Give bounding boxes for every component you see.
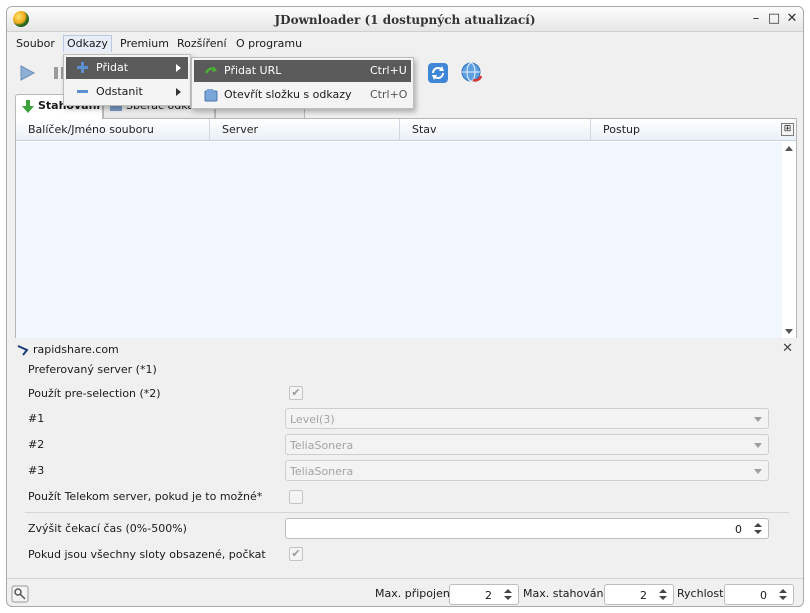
telekom-label: Použít Telekom server, pokud je to možné… <box>28 490 263 503</box>
column-header-server[interactable]: Server <box>210 119 400 141</box>
menu-o-programu[interactable]: O programu <box>233 35 305 52</box>
column-header-status[interactable]: Stav <box>400 119 591 141</box>
preselection-checkbox[interactable]: ✔ <box>289 386 303 400</box>
links-menu: Přidat Odstanit <box>63 54 191 106</box>
rapidshare-icon <box>17 345 29 356</box>
maximize-button[interactable]: □ <box>767 12 781 26</box>
server-1-value: Level(3) <box>290 413 335 426</box>
menu-odkazy[interactable]: Odkazy <box>63 35 112 52</box>
max-connections-label: Max. připojení <box>375 587 453 600</box>
chevron-down-icon <box>754 417 762 422</box>
table-header: Balíček/Jméno souboru Server Stav Postup… <box>16 119 796 141</box>
server-1-select[interactable]: Level(3) <box>285 408 769 429</box>
wait-slots-label: Pokud jsou všechny sloty obsazené, počka… <box>28 548 266 561</box>
refresh-icon <box>428 63 448 83</box>
menu-bar: Soubor Odkazy Premium Rozšíření O progra… <box>7 32 803 53</box>
preselection-label: Použít pre-selection (*2) <box>28 387 161 400</box>
spin-up-icon[interactable] <box>754 523 762 527</box>
server-1-label: #1 <box>28 412 45 425</box>
add-url-icon <box>204 66 217 74</box>
add-submenu: Přidat URL Ctrl+U Otevřít složku s odkaz… <box>191 57 414 109</box>
chevron-down-icon <box>754 469 762 474</box>
detail-panel-header: rapidshare.com ✕ <box>15 340 797 360</box>
max-connections-spinner[interactable]: 2 <box>449 584 519 605</box>
reconnect-globe-icon <box>461 62 483 82</box>
download-arrow-icon <box>22 100 34 113</box>
table-scrollbar[interactable] <box>782 142 796 338</box>
window-title: JDownloader (1 dostupných atualizací) <box>274 13 536 27</box>
menu-item-open-folder[interactable]: Otevřít složku s odkazy Ctrl+O <box>194 84 411 106</box>
submenu-arrow-icon <box>176 64 181 72</box>
minus-icon <box>77 90 88 93</box>
scroll-down-icon[interactable] <box>785 329 793 334</box>
plus-icon <box>77 62 88 73</box>
menu-item-odstanit[interactable]: Odstanit <box>66 81 188 103</box>
spin-up-icon[interactable] <box>504 589 512 593</box>
reconnect-button[interactable] <box>459 60 485 86</box>
download-table: Balíček/Jméno souboru Server Stav Postup… <box>15 118 797 338</box>
submenu-arrow-icon <box>176 88 181 96</box>
status-bar: Max. připojení 2 Max. stahování 2 Rychlo… <box>7 578 803 606</box>
menu-rozsireni[interactable]: Rozšíření <box>174 35 230 52</box>
scroll-up-icon[interactable] <box>785 146 793 151</box>
max-downloads-value: 2 <box>640 589 647 602</box>
premium-key-icon[interactable] <box>11 585 29 603</box>
speed-value: 0 <box>760 589 767 602</box>
menu-premium[interactable]: Premium <box>117 35 172 52</box>
close-button[interactable]: ✕ <box>785 12 799 26</box>
spin-down-icon[interactable] <box>504 596 512 600</box>
column-header-progress[interactable]: Postup <box>591 119 782 141</box>
wait-slots-checkbox[interactable]: ✔ <box>289 547 303 561</box>
menu-item-open-folder-label: Otevřít složku s odkazy <box>224 88 352 101</box>
server-3-label: #3 <box>28 464 45 477</box>
refresh-button[interactable] <box>425 60 451 86</box>
settings-separator <box>25 512 789 513</box>
detail-host-label: rapidshare.com <box>33 343 119 356</box>
play-icon <box>20 65 36 81</box>
spin-up-icon[interactable] <box>659 589 667 593</box>
max-downloads-label: Max. stahování <box>523 587 607 600</box>
menu-item-add-url[interactable]: Přidat URL Ctrl+U <box>194 60 411 82</box>
title-bar: JDownloader (1 dostupných atualizací) – … <box>7 7 803 32</box>
spin-up-icon[interactable] <box>779 589 787 593</box>
menu-soubor[interactable]: Soubor <box>13 35 58 52</box>
wait-time-spinner[interactable]: 0 <box>285 518 769 539</box>
start-button[interactable] <box>13 60 39 86</box>
max-downloads-spinner[interactable]: 2 <box>604 584 674 605</box>
telekom-checkbox[interactable] <box>289 490 303 504</box>
menu-item-add-url-shortcut: Ctrl+U <box>370 64 407 77</box>
folder-icon <box>204 89 218 102</box>
spin-down-icon[interactable] <box>754 530 762 534</box>
menu-item-open-folder-shortcut: Ctrl+O <box>370 88 408 101</box>
speed-label: Rychlost <box>677 587 724 600</box>
spin-down-icon[interactable] <box>659 596 667 600</box>
menu-item-odstanit-label: Odstanit <box>96 85 143 98</box>
speed-spinner[interactable]: 0 <box>724 584 794 605</box>
column-header-name[interactable]: Balíček/Jméno souboru <box>16 119 210 141</box>
server-2-label: #2 <box>28 438 45 451</box>
preferred-server-label: Preferovaný server (*1) <box>28 363 157 376</box>
max-connections-value: 2 <box>485 589 492 602</box>
server-2-value: TeliaSonera <box>290 439 354 452</box>
detail-close-button[interactable]: ✕ <box>782 341 793 356</box>
column-chooser-icon[interactable]: ⊞ <box>781 123 794 136</box>
server-2-select[interactable]: TeliaSonera <box>285 434 769 455</box>
spin-down-icon[interactable] <box>779 596 787 600</box>
menu-item-pridat-label: Přidat <box>96 61 129 74</box>
minimize-button[interactable]: – <box>749 12 763 26</box>
server-3-select[interactable]: TeliaSonera <box>285 460 769 481</box>
server-3-value: TeliaSonera <box>290 465 354 478</box>
menu-item-add-url-label: Přidat URL <box>224 64 282 77</box>
table-body[interactable] <box>16 142 782 338</box>
wait-time-value: 0 <box>735 523 742 536</box>
app-window: JDownloader (1 dostupných atualizací) – … <box>6 6 804 607</box>
chevron-down-icon <box>754 443 762 448</box>
menu-item-pridat[interactable]: Přidat <box>66 57 188 79</box>
wait-time-label: Zvýšit čekací čas (0%-500%) <box>28 522 187 535</box>
